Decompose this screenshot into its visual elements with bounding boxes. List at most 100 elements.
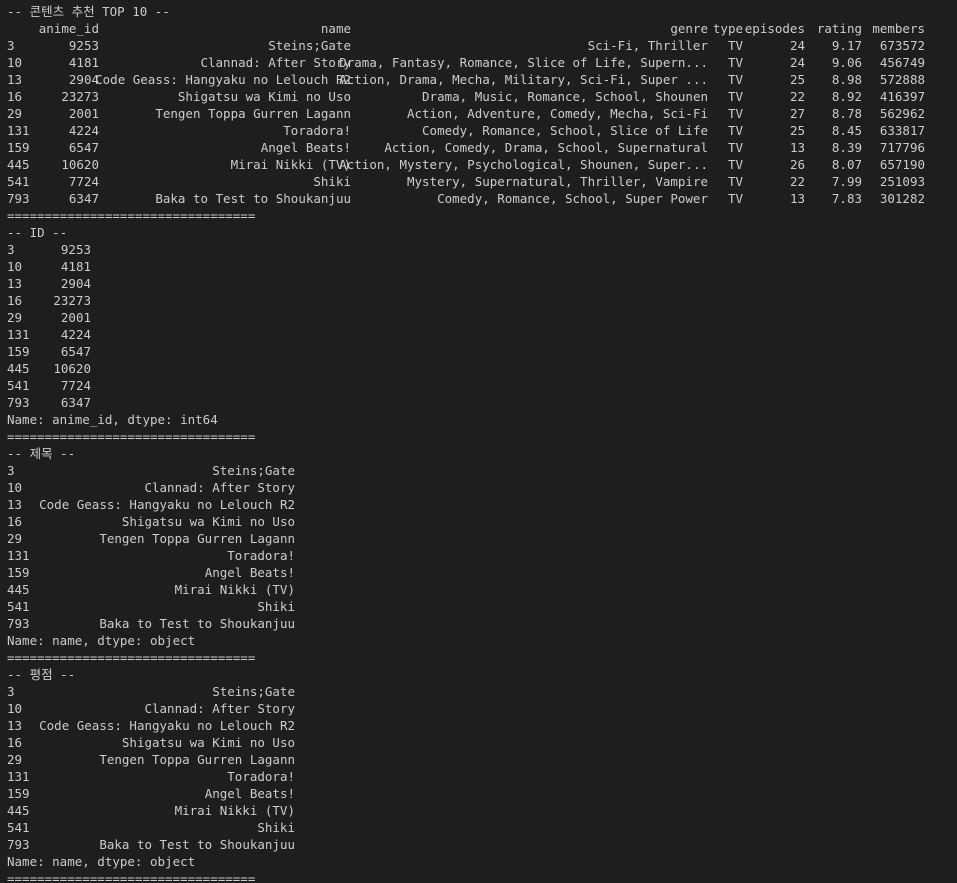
row-value: Clannad: After Story [144, 701, 295, 716]
row-value: Angel Beats! [204, 786, 295, 801]
row-value: Shigatsu wa Kimi no Uso [121, 514, 295, 529]
row-value: Mirai Nikki (TV) [174, 582, 295, 597]
cell-episodes: 25 [789, 123, 805, 138]
cell-episodes: 13 [789, 140, 805, 155]
table-row: 793 6347 Baka to Test to Shoukanjuu Comedy,… [0, 190, 957, 207]
row-value: Steins;Gate [212, 684, 295, 699]
list-item: 29 Tengen Toppa Gurren Lagann [0, 751, 957, 768]
row-index: 131 [7, 769, 30, 784]
cell-name: Tengen Toppa Gurren Lagann [155, 106, 351, 121]
list-item: 13 Code Geass: Hangyaku no Lelouch R2 [0, 717, 957, 734]
list-item: 793 Baka to Test to Shoukanjuu [0, 615, 957, 632]
row-value: Code Geass: Hangyaku no Lelouch R2 [39, 718, 295, 733]
list-item: 159 Angel Beats! [0, 785, 957, 802]
row-value: 4181 [60, 259, 91, 274]
list-item: 541 7724 [0, 377, 957, 394]
cell-members: 633817 [879, 123, 925, 138]
row-index: 10 [7, 55, 23, 70]
row-index: 159 [7, 344, 30, 359]
row-value: Shigatsu wa Kimi no Uso [121, 735, 295, 750]
cell-genre: Comedy, Romance, School, Slice of Life [422, 123, 708, 138]
separator: ================================= [7, 208, 256, 223]
cell-name: Clannad: After Story [200, 55, 351, 70]
cell-type: TV [727, 140, 743, 155]
row-index: 445 [7, 157, 30, 172]
cell-anime-id: 9253 [68, 38, 99, 53]
row-value: Code Geass: Hangyaku no Lelouch R2 [39, 497, 295, 512]
cell-type: TV [727, 123, 743, 138]
row-index: 10 [7, 701, 23, 716]
row-index: 541 [7, 174, 30, 189]
list-item: 793 6347 [0, 394, 957, 411]
row-value: 6547 [60, 344, 91, 359]
row-value: Shiki [257, 820, 295, 835]
cell-genre: Comedy, Romance, School, Super Power [437, 191, 708, 206]
terminal-output: -- 콘텐츠 추천 TOP 10 -- anime_id name genre … [0, 0, 957, 883]
column-header-name: name [320, 21, 351, 36]
list-item: 131 4224 [0, 326, 957, 343]
cell-members: 657190 [879, 157, 925, 172]
list-item: 29 2001 [0, 309, 957, 326]
list-item: 541 Shiki [0, 598, 957, 615]
row-index: 16 [7, 293, 23, 308]
row-value: Toradora! [227, 769, 295, 784]
cell-episodes: 26 [789, 157, 805, 172]
row-index: 159 [7, 140, 30, 155]
separator: ================================= [7, 871, 256, 883]
cell-name: Shigatsu wa Kimi no Uso [177, 89, 351, 104]
row-index: 793 [7, 395, 30, 410]
row-value: 9253 [60, 242, 91, 257]
row-value: Clannad: After Story [144, 480, 295, 495]
cell-members: 456749 [879, 55, 925, 70]
row-index: 793 [7, 191, 30, 206]
table-row: 159 6547 Angel Beats! Action, Comedy, Drama… [0, 139, 957, 156]
row-value: Shiki [257, 599, 295, 614]
list-item: 16 Shigatsu wa Kimi no Uso [0, 513, 957, 530]
list-item: 3 Steins;Gate [0, 683, 957, 700]
cell-anime-id: 10620 [61, 157, 99, 172]
cell-members: 562962 [879, 106, 925, 121]
column-header-anime-id: anime_id [38, 21, 99, 36]
column-header-type: type [712, 21, 743, 36]
cell-members: 416397 [879, 89, 925, 104]
row-value: Tengen Toppa Gurren Lagann [99, 752, 295, 767]
cell-episodes: 25 [789, 72, 805, 87]
row-index: 29 [7, 310, 23, 325]
row-index: 131 [7, 327, 30, 342]
cell-rating: 8.07 [831, 157, 862, 172]
table-row: 3 9253 Steins;Gate Sci-Fi, Thriller TV 24 9.17… [0, 37, 957, 54]
row-index: 16 [7, 735, 23, 750]
row-value: Steins;Gate [212, 463, 295, 478]
row-index: 131 [7, 123, 30, 138]
row-value: 10620 [53, 361, 91, 376]
row-index: 445 [7, 803, 30, 818]
row-index: 445 [7, 361, 30, 376]
cell-anime-id: 6547 [68, 140, 99, 155]
cell-type: TV [727, 55, 743, 70]
cell-anime-id: 2001 [68, 106, 99, 121]
cell-members: 251093 [879, 174, 925, 189]
list-item: 793 Baka to Test to Shoukanjuu [0, 836, 957, 853]
cell-rating: 8.98 [831, 72, 862, 87]
cell-rating: 8.92 [831, 89, 862, 104]
cell-episodes: 24 [789, 55, 805, 70]
section-header-title: -- 제목 -- [7, 446, 76, 461]
cell-anime-id: 4224 [68, 123, 99, 138]
cell-rating: 7.99 [831, 174, 862, 189]
cell-type: TV [727, 38, 743, 53]
cell-members: 673572 [879, 38, 925, 53]
list-item: 159 6547 [0, 343, 957, 360]
table-row: 10 4181 Clannad: After Story Drama, Fantasy… [0, 54, 957, 71]
series-footer-id: Name: anime_id, dtype: int64 [7, 412, 218, 427]
row-index: 29 [7, 106, 23, 121]
table-row: 445 10620 Mirai Nikki (TV) Action, Mystery,… [0, 156, 957, 173]
row-index: 159 [7, 565, 30, 580]
list-item: 13 Code Geass: Hangyaku no Lelouch R2 [0, 496, 957, 513]
table-row: 131 4224 Toradora! Comedy, Romance, School,… [0, 122, 957, 139]
cell-rating: 9.06 [831, 55, 862, 70]
list-item: 3 9253 [0, 241, 957, 258]
cell-anime-id: 7724 [68, 174, 99, 189]
section-header-recommend: -- 콘텐츠 추천 TOP 10 -- [7, 4, 170, 19]
list-item: 131 Toradora! [0, 547, 957, 564]
cell-rating: 8.45 [831, 123, 862, 138]
